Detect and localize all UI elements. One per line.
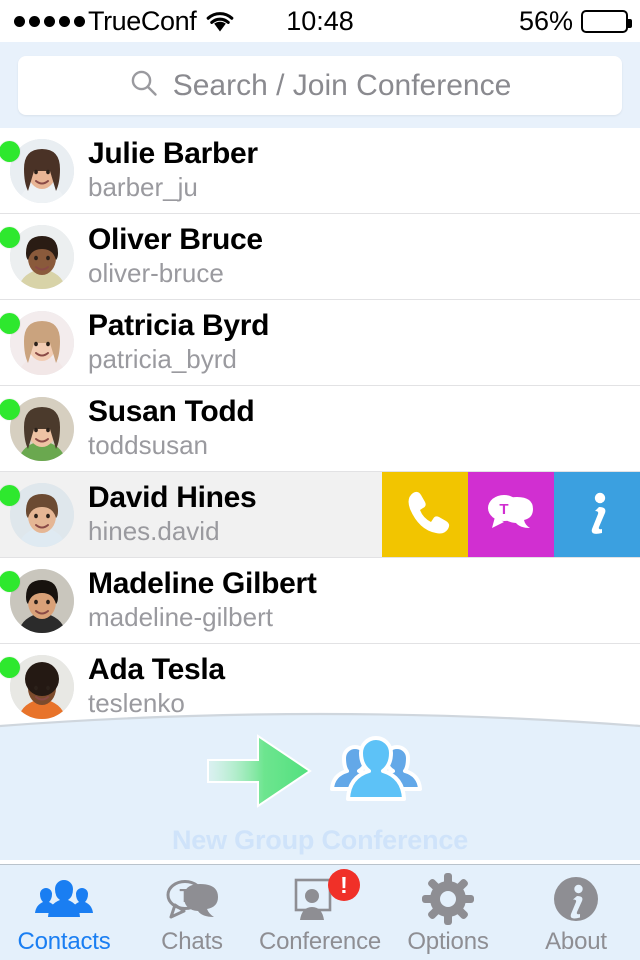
contacts-group-icon	[33, 873, 95, 925]
contact-row[interactable]: Madeline Gilbert madeline-gilbert	[0, 558, 640, 644]
conference-icon: !	[292, 869, 360, 925]
contacts-list[interactable]: Julie Barber barber_ju Oliver Bruce oliv…	[0, 128, 640, 730]
gear-icon	[422, 873, 474, 925]
contact-text: Julie Barber barber_ju	[88, 136, 258, 204]
tab-label: Contacts	[17, 928, 111, 955]
avatar	[0, 568, 74, 633]
contact-row[interactable]: Julie Barber barber_ju	[0, 128, 640, 214]
contact-row[interactable]: David Hines hines.david T	[0, 472, 640, 558]
info-icon	[577, 487, 617, 542]
status-bar-right: 56%	[518, 5, 632, 37]
presence-indicator-online	[0, 226, 20, 248]
contact-row[interactable]: Susan Todd toddsusan	[0, 386, 640, 472]
info-circle-icon	[550, 873, 602, 925]
search-placeholder: Search / Join Conference	[172, 68, 512, 102]
contact-row[interactable]: Oliver Bruce oliver-bruce	[0, 214, 640, 300]
tab-label: Chats	[161, 928, 223, 955]
battery-icon	[581, 9, 632, 33]
notification-badge: !	[328, 869, 360, 901]
avatar	[0, 138, 74, 203]
phone-icon	[400, 487, 450, 542]
contact-name: Susan Todd	[88, 394, 255, 428]
presence-indicator-online	[0, 398, 20, 420]
contact-text: Oliver Bruce oliver-bruce	[88, 222, 263, 290]
presence-indicator-online	[0, 656, 20, 678]
contact-login: hines.david	[88, 516, 220, 547]
search-input[interactable]: Search / Join Conference	[18, 56, 622, 115]
new-group-conference-label: New Group Conference	[171, 825, 469, 855]
avatar	[0, 482, 74, 547]
contact-login: toddsusan	[88, 430, 208, 461]
svg-text:T: T	[499, 501, 508, 518]
tab-label: Conference	[258, 928, 382, 955]
chat-bubble-t-icon: T	[162, 873, 222, 925]
info-action-button[interactable]	[554, 472, 640, 557]
presence-indicator-online	[0, 570, 20, 592]
group-people-icon	[318, 728, 434, 819]
swipe-action-buttons[interactable]: T	[382, 472, 640, 557]
contact-name: David Hines	[88, 480, 257, 514]
contact-name: Oliver Bruce	[88, 222, 263, 256]
contact-name: Patricia Byrd	[88, 308, 270, 342]
status-bar: TrueConf 10:48 56%	[0, 0, 640, 42]
new-group-conference-content: New Group Conference	[0, 728, 640, 856]
chat-action-button[interactable]: T	[468, 472, 554, 557]
call-action-button[interactable]	[382, 472, 468, 557]
contact-name: Madeline Gilbert	[88, 566, 317, 600]
avatar	[0, 224, 74, 289]
contact-row[interactable]: Patricia Byrd patricia_byrd	[0, 300, 640, 386]
contact-login: madeline-gilbert	[88, 602, 273, 633]
contact-name: Ada Tesla	[88, 652, 225, 686]
search-icon	[129, 68, 159, 103]
tab-options[interactable]: Options	[384, 865, 512, 960]
contact-text: Susan Todd toddsusan	[88, 394, 255, 462]
contact-login: barber_ju	[88, 172, 198, 203]
tab-conference[interactable]: ! Conference	[256, 865, 384, 960]
contact-text: Patricia Byrd patricia_byrd	[88, 308, 270, 376]
chat-bubble-icon: T	[485, 489, 537, 540]
presence-indicator-online	[0, 484, 20, 506]
tab-label: About	[545, 928, 607, 955]
avatar	[0, 396, 74, 461]
tab-about[interactable]: About	[512, 865, 640, 960]
contact-login: oliver-bruce	[88, 258, 224, 289]
search-bar-container: Search / Join Conference	[0, 42, 640, 128]
tab-contacts[interactable]: Contacts	[0, 865, 128, 960]
contact-text: Madeline Gilbert madeline-gilbert	[88, 566, 317, 634]
presence-indicator-online	[0, 312, 20, 334]
tab-bar[interactable]: Contacts T Chats ! Conference Options Ab…	[0, 864, 640, 960]
tab-chats[interactable]: T Chats	[128, 865, 256, 960]
contact-text: David Hines hines.david	[88, 480, 257, 548]
avatar	[0, 310, 74, 375]
svg-text:T: T	[180, 886, 191, 906]
contact-name: Julie Barber	[88, 136, 258, 170]
contact-login: patricia_byrd	[88, 344, 237, 375]
new-group-conference-panel[interactable]: New Group Conference	[0, 700, 640, 860]
presence-indicator-online	[0, 140, 20, 162]
tab-label: Options	[407, 928, 489, 955]
battery-percent-label: 56%	[518, 5, 573, 36]
green-arrow-icon	[206, 730, 314, 817]
